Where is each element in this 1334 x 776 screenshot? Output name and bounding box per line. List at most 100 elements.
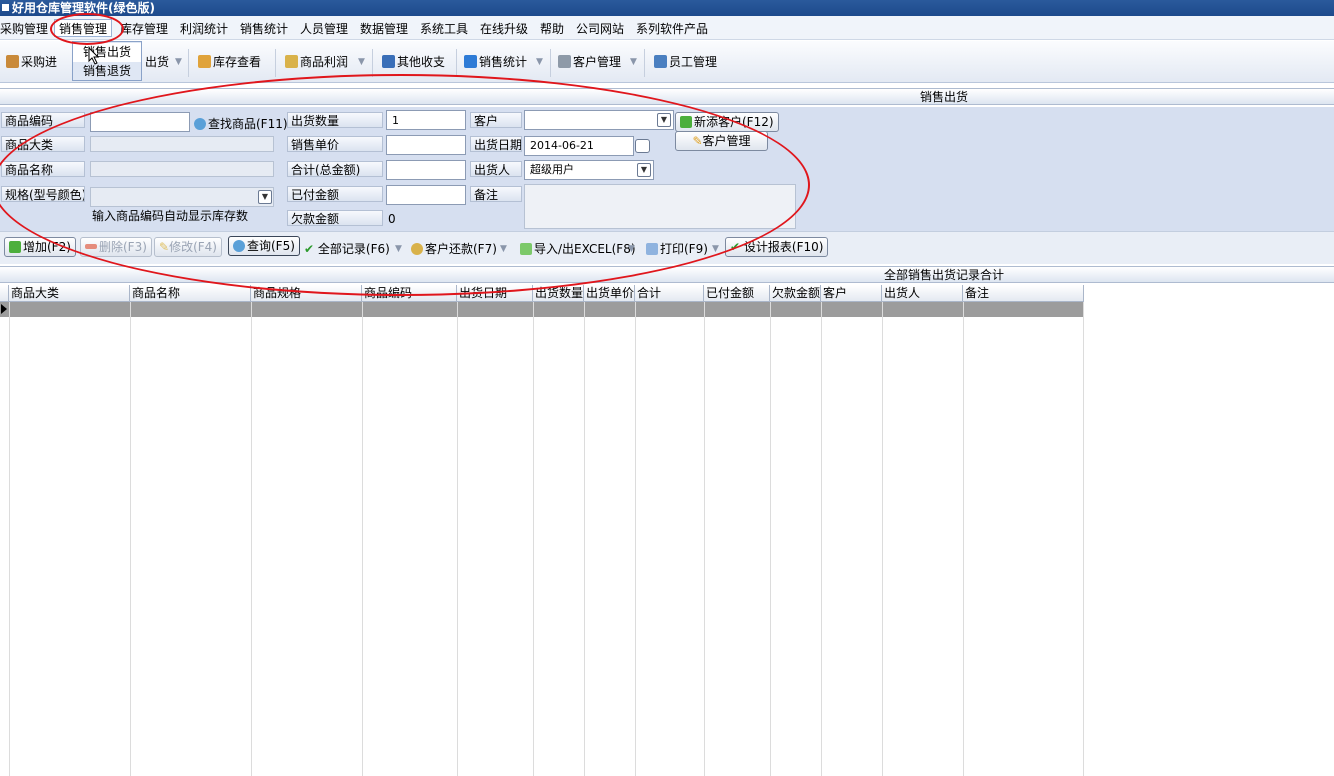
stock-hint: 输入商品编码自动显示库存数 — [92, 209, 249, 223]
menu-data[interactable]: 数据管理 — [360, 20, 408, 38]
find-product-button[interactable]: 查找商品(F11) — [194, 116, 288, 132]
menu-upgrade[interactable]: 在线升级 — [480, 20, 528, 38]
search-icon — [233, 240, 245, 252]
chevron-down-icon[interactable]: ▼ — [358, 53, 365, 71]
spec-select[interactable] — [90, 187, 274, 207]
menu-item-sales-return[interactable]: 销售退货 — [73, 62, 141, 81]
column-header[interactable]: 出货人 — [882, 285, 963, 302]
check-icon: ✔ — [304, 242, 315, 256]
note-textarea[interactable] — [524, 184, 796, 229]
column-header[interactable]: 出货数量 — [533, 285, 584, 302]
menu-item-sales-ship[interactable]: 销售出货 — [73, 43, 141, 62]
edit-button[interactable]: ✎修改(F4) — [154, 237, 222, 257]
menu-bar: 采购管理 销售管理 库存管理 利润统计 销售统计 人员管理 数据管理 系统工具 … — [0, 16, 1334, 40]
toolbar-separator — [644, 49, 645, 77]
purchase-icon — [6, 55, 19, 68]
category-label: 商品大类 — [1, 136, 85, 152]
customer-repay-button[interactable]: 客户还款(F7) — [411, 240, 497, 258]
qty-label: 出货数量 — [287, 112, 383, 128]
column-header[interactable]: 出货单价 — [584, 285, 635, 302]
toolbar-profit[interactable]: 商品利润 — [285, 53, 348, 71]
grid-line — [821, 302, 822, 776]
toolbar-purchase[interactable]: 采购进 — [6, 53, 57, 71]
column-header[interactable]: 合计 — [635, 285, 704, 302]
chevron-down-icon[interactable]: ▼ — [500, 240, 507, 258]
chevron-down-icon[interactable]: ▼ — [657, 113, 671, 127]
menu-sales[interactable]: 销售管理 — [54, 19, 113, 37]
toolbar-other-income[interactable]: 其他收支 — [382, 53, 445, 71]
menu-profit-stats[interactable]: 利润统计 — [180, 20, 228, 38]
delete-button[interactable]: 删除(F3) — [80, 237, 152, 257]
toolbar-separator — [550, 49, 551, 77]
toolbar-staff-mgmt[interactable]: 员工管理 — [654, 53, 717, 71]
plus-icon — [9, 241, 21, 253]
customer-mgmt-button[interactable]: ✎客户管理 — [675, 131, 768, 151]
menu-sales-stats[interactable]: 销售统计 — [240, 20, 288, 38]
minus-icon — [85, 244, 97, 249]
toolbar-stock-view[interactable]: 库存查看 — [198, 53, 261, 71]
shipper-select[interactable]: 超级用户 — [524, 160, 654, 180]
toolbar-sales-stats[interactable]: 销售统计 — [464, 53, 527, 71]
print-button[interactable]: 打印(F9) — [646, 240, 708, 258]
new-customer-button[interactable]: 新添客户(F12) — [675, 112, 779, 132]
menu-help[interactable]: 帮助 — [540, 20, 564, 38]
column-header[interactable]: 商品编码 — [362, 285, 457, 302]
menu-products[interactable]: 系列软件产品 — [636, 20, 708, 38]
window-title: 好用仓库管理软件(绿色版) — [12, 1, 155, 15]
chevron-down-icon[interactable]: ▼ — [395, 240, 402, 258]
column-header[interactable]: 出货日期 — [457, 285, 533, 302]
menu-purchase[interactable]: 采购管理 — [0, 20, 48, 38]
chevron-down-icon[interactable]: ▼ — [258, 190, 272, 204]
column-header[interactable]: 商品规格 — [251, 285, 362, 302]
grid-line — [704, 302, 705, 776]
calendar-icon[interactable] — [635, 139, 650, 153]
date-input[interactable]: 2014-06-21 — [524, 136, 634, 156]
owed-label: 欠款金额 — [287, 210, 383, 226]
chevron-down-icon[interactable]: ▼ — [630, 53, 637, 71]
chevron-down-icon[interactable]: ▼ — [175, 53, 182, 71]
box-icon — [198, 55, 211, 68]
name-field — [90, 161, 274, 177]
excel-icon — [520, 243, 532, 255]
chevron-down-icon[interactable]: ▼ — [637, 163, 651, 177]
grid-line — [635, 302, 636, 776]
price-input[interactable] — [386, 135, 466, 155]
ledger-icon — [382, 55, 395, 68]
grid-line — [251, 302, 252, 776]
menu-inventory[interactable]: 库存管理 — [120, 20, 168, 38]
column-header[interactable]: 商品名称 — [130, 285, 251, 302]
toolbar-separator — [188, 49, 189, 77]
chevron-down-icon[interactable]: ▼ — [536, 53, 543, 71]
money-bag-icon — [411, 243, 423, 255]
menu-staff[interactable]: 人员管理 — [300, 20, 348, 38]
table-row[interactable] — [0, 302, 1084, 317]
qty-input[interactable] — [386, 110, 466, 130]
toolbar-separator — [372, 49, 373, 77]
note-label: 备注 — [470, 186, 522, 202]
paid-input[interactable] — [386, 185, 466, 205]
toolbar-ship[interactable]: 出货 — [145, 53, 169, 71]
column-header[interactable]: 欠款金额 — [770, 285, 821, 302]
column-header[interactable]: 已付金额 — [704, 285, 770, 302]
total-input[interactable] — [386, 160, 466, 180]
customer-select[interactable] — [524, 110, 674, 130]
code-label: 商品编码 — [1, 112, 85, 128]
menu-website[interactable]: 公司网站 — [576, 20, 624, 38]
all-records-button[interactable]: ✔ 全部记录(F6) — [304, 240, 390, 258]
design-report-button[interactable]: ✔ 设计报表(F10) — [725, 237, 829, 257]
add-button[interactable]: 增加(F2) — [4, 237, 76, 257]
sales-dropdown-menu: 销售出货 销售退货 — [72, 41, 142, 81]
column-header[interactable]: 客户 — [821, 285, 882, 302]
grid-line — [770, 302, 771, 776]
query-button[interactable]: 查询(F5) — [228, 236, 300, 256]
toolbar-customer-mgmt[interactable]: 客户管理 — [558, 53, 621, 71]
code-input[interactable] — [90, 112, 190, 132]
row-selector-header — [0, 285, 9, 302]
chevron-down-icon[interactable]: ▼ — [628, 240, 635, 258]
column-header[interactable]: 备注 — [963, 285, 1084, 302]
table-header: 商品大类 商品名称 商品规格 商品编码 出货日期 出货数量 出货单价 合计 已付… — [0, 285, 1084, 302]
menu-tools[interactable]: 系统工具 — [420, 20, 468, 38]
column-header[interactable]: 商品大类 — [9, 285, 130, 302]
chevron-down-icon[interactable]: ▼ — [712, 240, 719, 258]
excel-button[interactable]: 导入/出EXCEL(F8) — [520, 240, 636, 258]
